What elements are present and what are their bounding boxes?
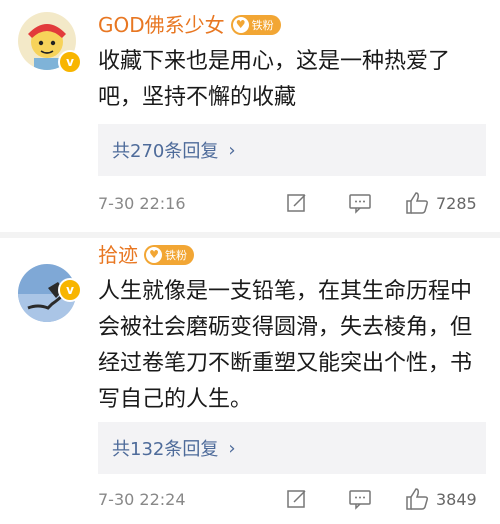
thumbs-up-icon: [406, 488, 428, 510]
heart-icon: ♥: [146, 247, 162, 263]
username[interactable]: 拾迹: [98, 242, 138, 268]
verified-badge-icon: v: [58, 50, 82, 74]
username[interactable]: GOD佛系少女: [98, 12, 225, 38]
comment-icon[interactable]: [348, 192, 372, 214]
username-row: GOD佛系少女 ♥ 铁粉: [98, 12, 281, 38]
username-row: 拾迹 ♥ 铁粉: [98, 242, 194, 268]
verified-badge-icon: v: [58, 278, 82, 302]
fan-badge[interactable]: ♥ 铁粉: [144, 245, 194, 265]
comment-text: 收藏下来也是用心，这是一种热爱了吧，坚持不懈的收藏: [98, 49, 451, 110]
comment-item: v 拾迹 ♥ 铁粉 人生就像是一支铅笔，在其生命历程中会被社会磨砺变得圆滑，失去…: [0, 232, 500, 524]
like-button[interactable]: 7285: [404, 191, 477, 215]
replies-count: 共132条回复: [112, 439, 219, 460]
comment-footer: 7-30 22:16 7285: [98, 188, 488, 218]
replies-link[interactable]: 共132条回复 ›: [98, 422, 486, 474]
fan-badge-label: 铁粉: [251, 19, 274, 32]
comment-footer: 7-30 22:24 3849: [98, 484, 488, 514]
chevron-right-icon: ›: [228, 437, 236, 459]
like-count: 7285: [436, 193, 477, 213]
thumbs-up-icon: [406, 192, 428, 214]
comment-time: 7-30 22:24: [98, 489, 186, 509]
fan-badge[interactable]: ♥ 铁粉: [230, 15, 281, 35]
heart-icon: ♥: [232, 17, 249, 33]
fan-badge-label: 铁粉: [165, 249, 187, 262]
comment-item: v GOD佛系少女 ♥ 铁粉 收藏下来也是用心，这是一种热爱了吧，坚持不懈的收藏…: [0, 0, 500, 232]
comment-time: 7-30 22:16: [98, 193, 186, 213]
chevron-right-icon: ›: [228, 139, 236, 161]
replies-count: 共270条回复: [112, 141, 219, 162]
share-edit-icon[interactable]: [286, 192, 308, 214]
comment-text: 人生就像是一支铅笔，在其生命历程中会被社会磨砺变得圆滑，失去棱角，但经过卷笔刀不…: [98, 279, 473, 412]
share-edit-icon[interactable]: [286, 488, 308, 510]
comment-icon[interactable]: [348, 488, 372, 510]
like-count: 3849: [436, 489, 477, 509]
like-button[interactable]: 3849: [404, 487, 477, 511]
replies-link[interactable]: 共270条回复 ›: [98, 124, 486, 176]
